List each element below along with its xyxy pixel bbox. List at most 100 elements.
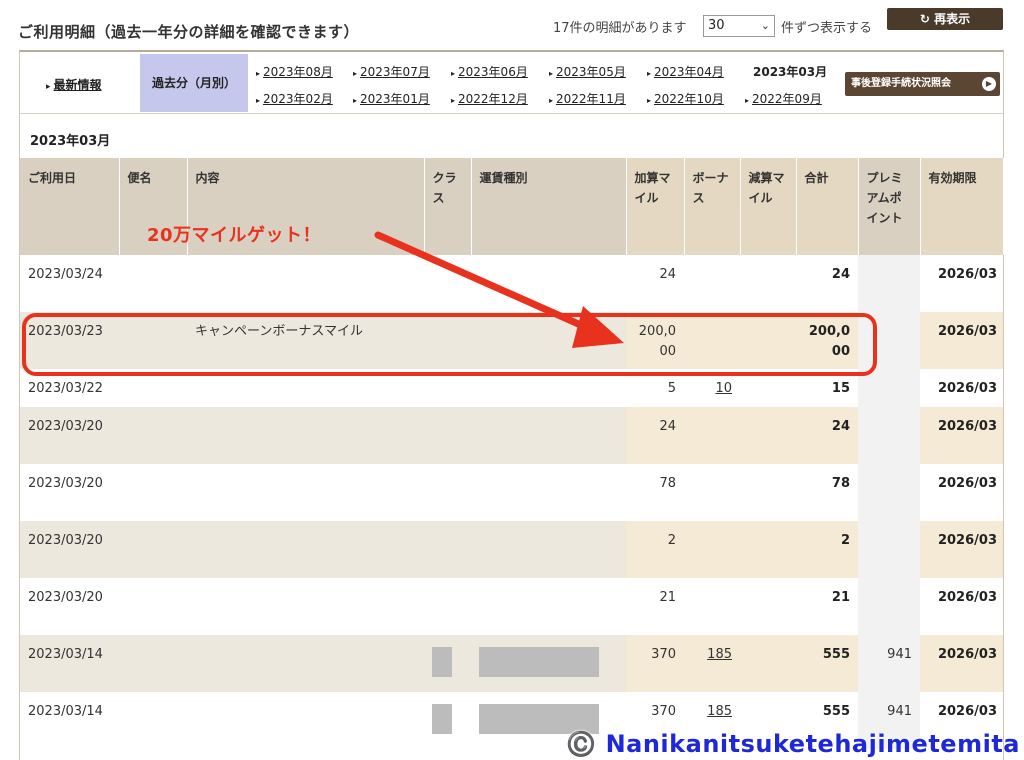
- arrow-right-icon: ▶: [982, 77, 996, 91]
- bonus-link[interactable]: 185: [707, 647, 732, 662]
- column-header: 運賃種別: [471, 158, 627, 255]
- column-header: 減算マイル: [740, 158, 797, 255]
- cell-redacted: [424, 578, 471, 635]
- table-row: 2023/03/22 5 10 15 2026/03: [20, 369, 1003, 407]
- month-link[interactable]: 2022年11月: [549, 90, 626, 107]
- cell-content: キャンペーンボーナスマイル: [187, 312, 424, 369]
- redacted-text: [432, 704, 452, 734]
- statement-panel: 最新情報 過去分（月別） 2023年08月 2023年07月 2023年06月 …: [19, 50, 1004, 760]
- month-link[interactable]: 2022年12月: [451, 90, 528, 107]
- cell-bonus: [684, 464, 740, 521]
- cell-redacted: [471, 464, 626, 521]
- latest-info-link[interactable]: 最新情報: [46, 76, 102, 93]
- cell-deducted: [740, 635, 796, 692]
- cell-flight: [119, 407, 187, 464]
- cell-flight: [119, 255, 187, 312]
- cell-bonus: [684, 312, 740, 369]
- cell-content: [187, 521, 424, 578]
- cell-premium: [858, 521, 920, 578]
- cell-content: [187, 464, 424, 521]
- cell-date: 2023/03/14: [20, 635, 119, 692]
- cell-added: 24: [626, 255, 684, 312]
- cell-redacted: [424, 369, 471, 407]
- cell-premium: [858, 464, 920, 521]
- cell-flight: [119, 369, 187, 407]
- cell-redacted: [471, 369, 626, 407]
- cell-added: 2: [626, 521, 684, 578]
- chevron-down-icon: ⌄: [760, 19, 770, 32]
- top-bar: ご利用明細（過去一年分の詳細を確認できます） 17件の明細があります 30 ⌄ …: [0, 0, 1024, 50]
- cell-content: [187, 578, 424, 635]
- bonus-link[interactable]: 185: [707, 704, 732, 719]
- cell-bonus: [684, 255, 740, 312]
- cell-deducted: [740, 464, 796, 521]
- month-link[interactable]: 2023年01月: [353, 90, 430, 107]
- cell-premium: [858, 312, 920, 369]
- cell-added: 5: [626, 369, 684, 407]
- cell-flight: [119, 692, 187, 749]
- cell-total: 21: [796, 578, 858, 635]
- table-row: 2023/03/20 2 2 2026/03: [20, 521, 1003, 578]
- post-registration-status-button[interactable]: 事後登録手続状況照会 ▶: [845, 72, 1000, 96]
- cell-premium: [858, 578, 920, 635]
- cell-expiry: 2026/03: [920, 578, 1003, 635]
- table-row: 2023/03/20 24 24 2026/03: [20, 407, 1003, 464]
- month-link[interactable]: 2023年04月: [647, 63, 724, 80]
- month-link[interactable]: 2023年05月: [549, 63, 626, 80]
- result-count: 17件の明細があります: [553, 21, 687, 36]
- month-link[interactable]: 2023年06月: [451, 63, 528, 80]
- month-heading: 2023年03月: [30, 134, 111, 149]
- cell-deducted: [740, 407, 796, 464]
- cell-expiry: 2026/03: [920, 312, 1003, 369]
- cell-date: 2023/03/20: [20, 464, 119, 521]
- cell-redacted: [471, 255, 626, 312]
- cell-redacted: [424, 635, 471, 692]
- per-page-select[interactable]: 30 ⌄: [703, 15, 775, 37]
- month-link[interactable]: 2023年07月: [353, 63, 430, 80]
- cell-added: 200,000: [626, 312, 684, 369]
- cell-total: 2: [796, 521, 858, 578]
- refresh-icon: ↻: [919, 12, 930, 26]
- refresh-button[interactable]: ↻ 再表示: [887, 8, 1003, 30]
- cell-content: [187, 407, 424, 464]
- cell-added: 78: [626, 464, 684, 521]
- per-page-value: 30: [708, 18, 725, 33]
- cell-date: 2023/03/22: [20, 369, 119, 407]
- cell-redacted: [471, 578, 626, 635]
- per-page-label: 件ずつ表示する: [781, 21, 873, 36]
- cell-redacted: [471, 521, 626, 578]
- cell-redacted: [424, 255, 471, 312]
- table-row: 2023/03/24 24 24 2026/03: [20, 255, 1003, 312]
- month-link[interactable]: 2022年09月: [745, 90, 822, 107]
- cell-content: [187, 635, 424, 692]
- cell-expiry: 2026/03: [920, 407, 1003, 464]
- cell-total: 555: [796, 635, 858, 692]
- cell-deducted: [740, 369, 796, 407]
- month-link[interactable]: 2023年02月: [256, 90, 333, 107]
- column-header: ボーナス: [684, 158, 741, 255]
- current-month-label: 2023年03月: [753, 65, 828, 79]
- column-header: ご利用日: [20, 158, 120, 255]
- tab-past-monthly[interactable]: 過去分（月別）: [140, 54, 248, 112]
- month-link[interactable]: 2022年10月: [647, 90, 724, 107]
- cell-deducted: [740, 521, 796, 578]
- cell-redacted: [471, 635, 626, 692]
- cell-deducted: [740, 255, 796, 312]
- cell-date: 2023/03/20: [20, 578, 119, 635]
- cell-total: 24: [796, 407, 858, 464]
- table-row: 2023/03/14 370 185 555 941 2026/03: [20, 635, 1003, 692]
- cell-total: 78: [796, 464, 858, 521]
- month-link[interactable]: 2023年08月: [256, 63, 333, 80]
- cell-date: 2023/03/20: [20, 407, 119, 464]
- cell-date: 2023/03/24: [20, 255, 119, 312]
- bonus-link[interactable]: 10: [715, 381, 732, 396]
- post-registration-label: 事後登録手続状況照会: [851, 78, 951, 89]
- cell-total: 24: [796, 255, 858, 312]
- cell-bonus: [684, 521, 740, 578]
- cell-content: [187, 369, 424, 407]
- cell-expiry: 2026/03: [920, 255, 1003, 312]
- cell-expiry: 2026/03: [920, 369, 1003, 407]
- cell-bonus: 185: [684, 635, 740, 692]
- cell-premium: [858, 369, 920, 407]
- cell-added: 370: [626, 635, 684, 692]
